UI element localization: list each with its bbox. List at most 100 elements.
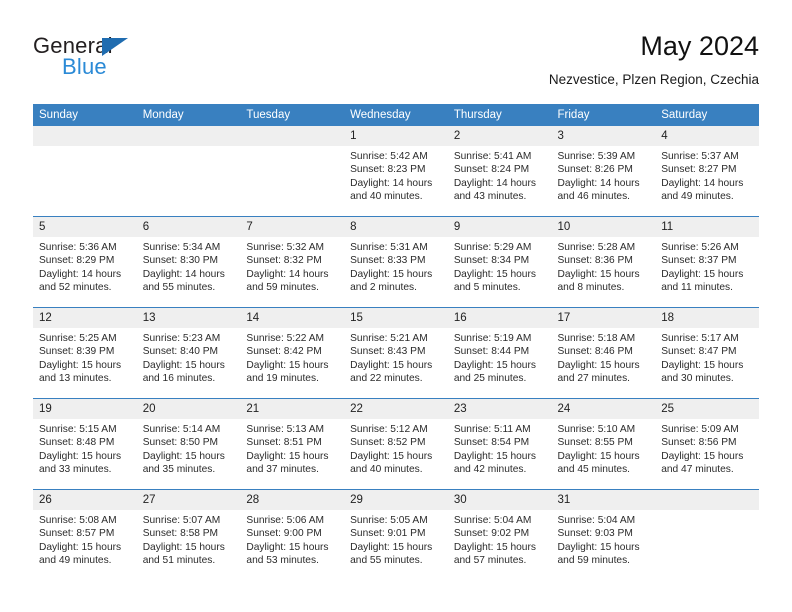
day-details: Sunrise: 5:08 AM Sunset: 8:57 PM Daylight:…	[33, 510, 137, 567]
sunrise-time: Sunrise: 5:28 AM	[557, 242, 636, 253]
daylight-duration-line1: Daylight: 15 hours	[453, 268, 536, 280]
day-details: Sunrise: 5:36 AM Sunset: 8:29 PM Daylight:…	[33, 237, 137, 294]
sunrise-time: Sunrise: 5:11 AM	[453, 424, 531, 435]
sunrise-time: Sunrise: 5:22 AM	[246, 333, 324, 344]
calendar-day-cell[interactable]: 14 Sunrise: 5:22 AM Sunset: 8:42 PM Dayligh…	[240, 307, 345, 399]
day-cell-content: 16 Sunrise: 5:19 AM Sunset: 8:44 PM Dayligh…	[447, 308, 552, 398]
calendar-day-cell[interactable]: 16 Sunrise: 5:19 AM Sunset: 8:44 PM Dayligh…	[447, 307, 552, 399]
sunrise-time: Sunrise: 5:31 AM	[350, 242, 428, 253]
calendar-day-cell[interactable]: 11 Sunrise: 5:26 AM Sunset: 8:37 PM Dayligh…	[655, 216, 759, 308]
sunset-time: Sunset: 8:44 PM	[453, 346, 530, 358]
sunrise-time: Sunrise: 5:42 AM	[350, 151, 428, 162]
sunset-time: Sunset: 8:48 PM	[39, 437, 115, 449]
calendar-day-cell[interactable]: 13 Sunrise: 5:23 AM Sunset: 8:40 PM Dayligh…	[136, 307, 241, 399]
day-details: Sunrise: 5:12 AM Sunset: 8:52 PM Daylight:…	[344, 419, 448, 476]
day-number: 10	[551, 217, 656, 237]
daylight-duration-line1: Daylight: 14 hours	[39, 268, 122, 280]
calendar-day-cell[interactable]: 4 Sunrise: 5:37 AM Sunset: 8:27 PM Daylight…	[655, 126, 759, 217]
calendar-day-cell[interactable]: 1 Sunrise: 5:42 AM Sunset: 8:23 PM Daylight…	[344, 126, 448, 217]
calendar-day-cell[interactable]: 29 Sunrise: 5:05 AM Sunset: 9:01 PM Dayligh…	[344, 489, 448, 580]
calendar-day-cell[interactable]: 25 Sunrise: 5:09 AM Sunset: 8:56 PM Dayligh…	[655, 398, 759, 490]
calendar-day-cell	[33, 126, 137, 217]
calendar-day-cell[interactable]: 19 Sunrise: 5:15 AM Sunset: 8:48 PM Dayligh…	[33, 398, 137, 490]
day-details: Sunrise: 5:32 AM Sunset: 8:32 PM Daylight:…	[240, 237, 344, 294]
calendar-day-cell	[240, 126, 345, 217]
day-cell-content: 7 Sunrise: 5:32 AM Sunset: 8:32 PM Daylight…	[240, 217, 345, 307]
calendar-day-cell[interactable]: 17 Sunrise: 5:18 AM Sunset: 8:46 PM Dayligh…	[551, 307, 656, 399]
daylight-duration-line1: Daylight: 15 hours	[350, 268, 433, 280]
calendar-day-cell[interactable]: 31 Sunrise: 5:04 AM Sunset: 9:03 PM Dayligh…	[551, 489, 656, 580]
calendar-day-cell[interactable]: 30 Sunrise: 5:04 AM Sunset: 9:02 PM Dayligh…	[447, 489, 552, 580]
weekday-header-thursday: Thursday	[447, 104, 552, 126]
calendar-day-cell[interactable]: 9 Sunrise: 5:29 AM Sunset: 8:34 PM Daylight…	[447, 216, 552, 308]
day-number: 9	[447, 217, 552, 237]
sunrise-time: Sunrise: 5:36 AM	[39, 242, 117, 253]
calendar-day-cell[interactable]: 7 Sunrise: 5:32 AM Sunset: 8:32 PM Daylight…	[240, 216, 345, 308]
day-cell-content: 12 Sunrise: 5:25 AM Sunset: 8:39 PM Dayligh…	[33, 308, 137, 398]
day-number	[240, 126, 345, 146]
sunrise-time: Sunrise: 5:08 AM	[39, 515, 117, 526]
day-cell-content: 3 Sunrise: 5:39 AM Sunset: 8:26 PM Daylight…	[551, 126, 656, 216]
page-subtitle: Nezvestice, Plzen Region, Czechia	[548, 72, 759, 87]
day-number: 12	[33, 308, 137, 328]
day-number: 22	[344, 399, 448, 419]
day-cell-content: 14 Sunrise: 5:22 AM Sunset: 8:42 PM Dayligh…	[240, 308, 345, 398]
sunrise-time: Sunrise: 5:32 AM	[246, 242, 324, 253]
day-details: Sunrise: 5:14 AM Sunset: 8:50 PM Daylight:…	[137, 419, 241, 476]
daylight-duration-line1: Daylight: 15 hours	[350, 541, 433, 553]
daylight-duration-line2: and 19 minutes.	[246, 372, 319, 384]
calendar-day-cell[interactable]: 15 Sunrise: 5:21 AM Sunset: 8:43 PM Dayligh…	[344, 307, 448, 399]
sunset-time: Sunset: 8:29 PM	[39, 255, 115, 267]
sunrise-time: Sunrise: 5:18 AM	[557, 333, 636, 344]
day-number: 28	[240, 490, 345, 510]
calendar-day-cell[interactable]: 23 Sunrise: 5:11 AM Sunset: 8:54 PM Dayligh…	[447, 398, 552, 490]
calendar-day-cell[interactable]: 21 Sunrise: 5:13 AM Sunset: 8:51 PM Dayligh…	[240, 398, 345, 490]
day-number: 24	[551, 399, 656, 419]
daylight-duration-line1: Daylight: 15 hours	[246, 359, 329, 371]
daylight-duration-line1: Daylight: 14 hours	[350, 177, 433, 189]
calendar-day-cell	[655, 489, 759, 580]
calendar-day-cell[interactable]: 26 Sunrise: 5:08 AM Sunset: 8:57 PM Dayligh…	[33, 489, 137, 580]
day-number: 31	[551, 490, 656, 510]
day-details: Sunrise: 5:39 AM Sunset: 8:26 PM Daylight:…	[552, 146, 656, 203]
day-details: Sunrise: 5:17 AM Sunset: 8:47 PM Daylight:…	[655, 328, 759, 385]
daylight-duration-line1: Daylight: 15 hours	[142, 541, 225, 553]
calendar-day-cell[interactable]: 27 Sunrise: 5:07 AM Sunset: 8:58 PM Dayligh…	[136, 489, 241, 580]
sunset-time: Sunset: 8:30 PM	[142, 255, 219, 267]
calendar-week-row: 26 Sunrise: 5:08 AM Sunset: 8:57 PM Dayligh…	[33, 489, 759, 580]
day-number: 8	[344, 217, 448, 237]
day-details: Sunrise: 5:06 AM Sunset: 9:00 PM Daylight:…	[240, 510, 344, 567]
calendar-day-cell[interactable]: 8 Sunrise: 5:31 AM Sunset: 8:33 PM Daylight…	[344, 216, 448, 308]
calendar-day-cell[interactable]: 10 Sunrise: 5:28 AM Sunset: 8:36 PM Dayligh…	[551, 216, 656, 308]
sunset-time: Sunset: 8:46 PM	[557, 346, 633, 358]
sunset-time: Sunset: 8:40 PM	[142, 346, 219, 358]
day-cell-content: 15 Sunrise: 5:21 AM Sunset: 8:43 PM Dayligh…	[344, 308, 448, 398]
sunrise-time: Sunrise: 5:09 AM	[661, 424, 739, 435]
calendar-day-cell[interactable]: 22 Sunrise: 5:12 AM Sunset: 8:52 PM Dayligh…	[344, 398, 448, 490]
calendar-day-cell[interactable]: 28 Sunrise: 5:06 AM Sunset: 9:00 PM Dayligh…	[240, 489, 345, 580]
day-details: Sunrise: 5:28 AM Sunset: 8:36 PM Daylight:…	[552, 237, 656, 294]
calendar-day-cell[interactable]: 2 Sunrise: 5:41 AM Sunset: 8:24 PM Daylight…	[447, 126, 552, 217]
daylight-duration-line1: Daylight: 15 hours	[39, 541, 122, 553]
daylight-duration-line1: Daylight: 15 hours	[557, 359, 640, 371]
sunset-time: Sunset: 8:51 PM	[246, 437, 322, 449]
day-number: 2	[447, 126, 552, 146]
sunrise-time: Sunrise: 5:21 AM	[350, 333, 428, 344]
day-details: Sunrise: 5:09 AM Sunset: 8:56 PM Daylight:…	[655, 419, 759, 476]
calendar-day-cell[interactable]: 12 Sunrise: 5:25 AM Sunset: 8:39 PM Dayligh…	[33, 307, 137, 399]
daylight-duration-line2: and 43 minutes.	[453, 190, 527, 202]
calendar-day-cell[interactable]: 3 Sunrise: 5:39 AM Sunset: 8:26 PM Daylight…	[551, 126, 656, 217]
calendar-day-cell[interactable]: 5 Sunrise: 5:36 AM Sunset: 8:29 PM Daylight…	[33, 216, 137, 308]
daylight-duration-line1: Daylight: 15 hours	[557, 541, 640, 553]
day-details: Sunrise: 5:25 AM Sunset: 8:39 PM Daylight:…	[33, 328, 137, 385]
general-blue-logo[interactable]: General Blue	[33, 33, 233, 83]
day-cell-content: 26 Sunrise: 5:08 AM Sunset: 8:57 PM Dayligh…	[33, 490, 137, 580]
calendar-day-cell[interactable]: 6 Sunrise: 5:34 AM Sunset: 8:30 PM Daylight…	[136, 216, 241, 308]
daylight-duration-line1: Daylight: 15 hours	[142, 359, 225, 371]
day-cell-content: 1 Sunrise: 5:42 AM Sunset: 8:23 PM Daylight…	[344, 126, 448, 216]
calendar-week-row: 19 Sunrise: 5:15 AM Sunset: 8:48 PM Dayligh…	[33, 398, 759, 490]
day-number	[655, 490, 759, 510]
calendar-day-cell[interactable]: 18 Sunrise: 5:17 AM Sunset: 8:47 PM Dayligh…	[655, 307, 759, 399]
calendar-day-cell[interactable]: 20 Sunrise: 5:14 AM Sunset: 8:50 PM Dayligh…	[136, 398, 241, 490]
calendar-day-cell[interactable]: 24 Sunrise: 5:10 AM Sunset: 8:55 PM Dayligh…	[551, 398, 656, 490]
